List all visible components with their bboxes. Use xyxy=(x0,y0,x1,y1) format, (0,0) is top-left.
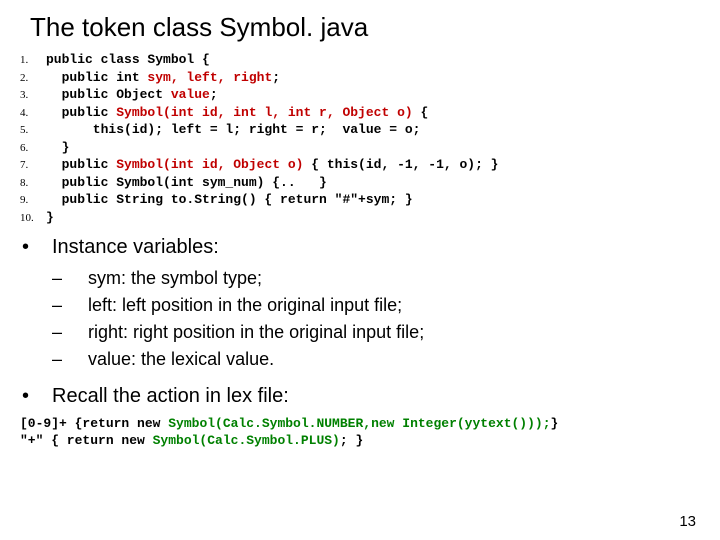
line-number: 6. xyxy=(20,139,46,156)
code-line: 9. public String to.String() { return "#… xyxy=(20,191,720,209)
code-line: 4. public Symbol(int id, int l, int r, O… xyxy=(20,104,720,122)
bullet-item: • Instance variables: xyxy=(22,232,720,263)
code-line: 7. public Symbol(int id, Object o) { thi… xyxy=(20,156,720,174)
line-number: 2. xyxy=(20,69,46,86)
code-text: public Symbol(int id, Object o) { this(i… xyxy=(46,156,720,174)
line-number: 9. xyxy=(20,191,46,208)
bullet-list: • Recall the action in lex file: xyxy=(0,375,720,412)
lex-line: "+" { return new Symbol(Calc.Symbol.PLUS… xyxy=(20,433,720,450)
page-number: 13 xyxy=(679,513,696,530)
lex-line: [0-9]+ {return new Symbol(Calc.Symbol.NU… xyxy=(20,416,720,433)
sub-bullet-text: sym: the symbol type; xyxy=(88,268,262,289)
bullet-marker: • xyxy=(22,236,52,259)
sub-bullet-list: –sym: the symbol type; –left: left posit… xyxy=(0,263,720,375)
sub-bullet-text: value: the lexical value. xyxy=(88,349,274,370)
code-text: public Symbol(int id, int l, int r, Obje… xyxy=(46,104,720,122)
line-number: 3. xyxy=(20,86,46,103)
sub-bullet-marker: – xyxy=(52,349,88,370)
sub-bullet-item: –left: left position in the original inp… xyxy=(52,292,720,319)
line-number: 4. xyxy=(20,104,46,121)
code-line: 8. public Symbol(int sym_num) {.. } xyxy=(20,174,720,192)
sub-bullet-text: left: left position in the original inpu… xyxy=(88,295,402,316)
line-number: 5. xyxy=(20,121,46,138)
sub-bullet-item: –right: right position in the original i… xyxy=(52,319,720,346)
code-text: public int sym, left, right; xyxy=(46,69,720,87)
line-number: 8. xyxy=(20,174,46,191)
code-text: public String to.String() { return "#"+s… xyxy=(46,191,720,209)
bullet-text: Recall the action in lex file: xyxy=(52,385,289,408)
code-text: public Object value; xyxy=(46,86,720,104)
bullet-list: • Instance variables: xyxy=(0,226,720,263)
bullet-marker: • xyxy=(22,385,52,408)
code-line: 5. this(id); left = l; right = r; value … xyxy=(20,121,720,139)
lex-code-block: [0-9]+ {return new Symbol(Calc.Symbol.NU… xyxy=(0,412,720,450)
code-line: 1.public class Symbol { xyxy=(20,51,720,69)
sub-bullet-item: –sym: the symbol type; xyxy=(52,265,720,292)
code-text: public Symbol(int sym_num) {.. } xyxy=(46,174,720,192)
sub-bullet-text: right: right position in the original in… xyxy=(88,322,424,343)
code-text: } xyxy=(46,209,720,227)
code-text: } xyxy=(46,139,720,157)
line-number: 1. xyxy=(20,51,46,68)
sub-bullet-item: –value: the lexical value. xyxy=(52,346,720,373)
code-line: 2. public int sym, left, right; xyxy=(20,69,720,87)
page-title: The token class Symbol. java xyxy=(0,0,720,51)
sub-bullet-marker: – xyxy=(52,322,88,343)
line-number: 7. xyxy=(20,156,46,173)
code-line: 3. public Object value; xyxy=(20,86,720,104)
symbol-code-block: 1.public class Symbol { 2. public int sy… xyxy=(0,51,720,226)
code-line: 10.} xyxy=(20,209,720,227)
code-text: this(id); left = l; right = r; value = o… xyxy=(46,121,720,139)
line-number: 10. xyxy=(20,209,46,226)
bullet-text: Instance variables: xyxy=(52,236,219,259)
code-text: public class Symbol { xyxy=(46,51,720,69)
sub-bullet-marker: – xyxy=(52,268,88,289)
bullet-item: • Recall the action in lex file: xyxy=(22,381,720,412)
code-line: 6. } xyxy=(20,139,720,157)
sub-bullet-marker: – xyxy=(52,295,88,316)
